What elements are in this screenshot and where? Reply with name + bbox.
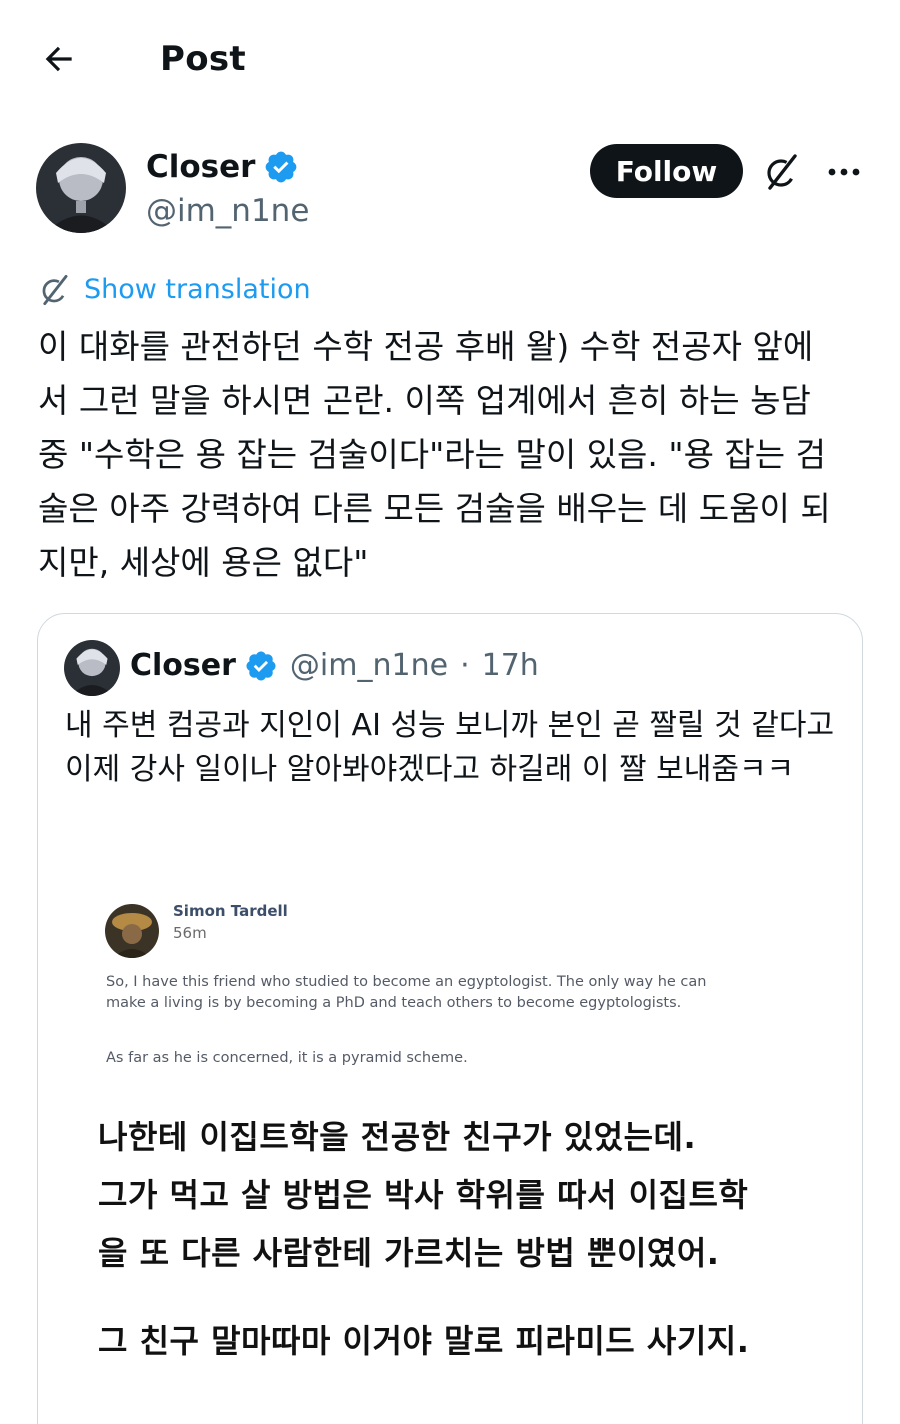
media-body-text: So, I have this friend who studied to be…	[106, 974, 707, 1011]
quoted-timestamp: 17h	[481, 648, 539, 683]
media-avatar	[105, 904, 159, 958]
avatar[interactable]	[36, 143, 126, 233]
post-text: 이 대화를 관전하던 수학 전공 후배 왈) 수학 전공자 앞에 서 그런 말을…	[38, 327, 831, 582]
top-bar: Post	[0, 0, 900, 118]
quoted-avatar	[64, 640, 120, 696]
author-name-line: Closer	[146, 147, 299, 187]
quoted-author-handle: @im_n1ne	[289, 648, 449, 683]
back-button[interactable]	[36, 36, 82, 82]
quoted-header: Closer @im_n1ne · 17h	[130, 644, 539, 688]
media-timestamp: 56m	[173, 924, 207, 942]
author-name[interactable]: Closer	[146, 147, 255, 187]
follow-button[interactable]: Follow	[590, 144, 743, 198]
author-handle[interactable]: @im_n1ne	[146, 191, 309, 231]
media-body-text-2: As far as he is concerned, it is a pyram…	[106, 1050, 468, 1066]
more-options-button[interactable]	[820, 148, 868, 196]
media-caption: 나한테 이집트학을 전공한 친구가 있었는데. 그가 먹고 살 방법은 박사 학…	[98, 1118, 749, 1272]
quoted-text: 내 주변 컴공과 지인이 AI 성능 보니까 본인 곧 짤릴 것 같다고 이제 …	[65, 708, 835, 787]
verified-badge-icon	[246, 651, 276, 681]
grok-icon	[767, 154, 797, 190]
post-author: Closer @im_n1ne	[36, 143, 866, 235]
quoted-post[interactable]: Closer @im_n1ne · 17h 내 주변 컴공과 지인이 AI 성능…	[37, 613, 863, 1424]
show-translation-label: Show translation	[84, 274, 311, 305]
more-horizontal-icon	[828, 168, 860, 176]
avatar-image	[36, 143, 126, 233]
grok-translate-icon	[42, 274, 68, 306]
media-author-name: Simon Tardell	[173, 902, 288, 920]
arrow-left-icon	[45, 46, 72, 72]
media-caption-2: 그 친구 말마따마 이거야 말로 피라미드 사기지.	[98, 1322, 750, 1360]
quoted-separator: ·	[460, 648, 470, 683]
grok-button[interactable]	[758, 148, 806, 196]
quoted-author-name: Closer	[130, 648, 236, 683]
page-title: Post	[160, 39, 246, 79]
show-translation-link[interactable]: Show translation	[38, 270, 311, 310]
verified-badge-icon	[266, 151, 297, 183]
quoted-media-image[interactable]: Simon Tardell 56m So, I have this friend…	[38, 854, 862, 1424]
